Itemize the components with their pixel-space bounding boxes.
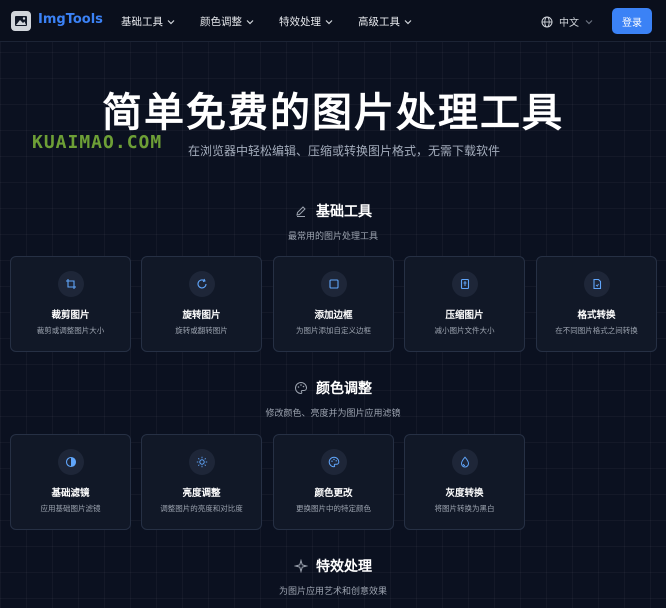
tool-description: 减小图片文件大小 bbox=[434, 326, 495, 335]
menu-label: 颜色调整 bbox=[200, 16, 242, 28]
tool-name: 压缩图片 bbox=[445, 310, 484, 321]
border-icon bbox=[321, 271, 347, 297]
tool-name: 旋转图片 bbox=[182, 310, 221, 321]
palette-icon bbox=[321, 449, 347, 475]
tool-card-rotate[interactable]: 旋转图片 旋转或翻转图片 bbox=[141, 256, 262, 352]
hero-title: 简单免费的图片处理工具 bbox=[102, 90, 564, 136]
sun-icon bbox=[189, 449, 215, 475]
tool-card-format[interactable]: 格式转换 在不同图片格式之间转换 bbox=[536, 256, 657, 352]
sparkle-icon bbox=[294, 559, 308, 573]
tool-name: 颜色更改 bbox=[314, 488, 353, 499]
top-navbar: ImgTools 基础工具 颜色调整 特效处理 高级工具 中文 登录 bbox=[0, 0, 666, 42]
tool-description: 应用基础图片滤镜 bbox=[40, 504, 101, 513]
menu-basic-tools[interactable]: 基础工具 bbox=[121, 14, 175, 29]
tool-card-grayscale[interactable]: 灰度转换 将图片转换为黑白 bbox=[404, 434, 525, 530]
section-description: 最常用的图片处理工具 bbox=[287, 232, 378, 242]
language-selector[interactable]: 中文 bbox=[541, 14, 593, 29]
compress-icon bbox=[452, 271, 478, 297]
tool-name: 亮度调整 bbox=[182, 488, 221, 499]
section-description: 为图片应用艺术和创意效果 bbox=[278, 587, 387, 597]
tool-description: 调整图片的亮度和对比度 bbox=[160, 504, 243, 513]
palette-icon bbox=[295, 381, 308, 395]
globe-icon bbox=[541, 16, 553, 27]
tool-name: 裁剪图片 bbox=[51, 310, 90, 321]
section-title: 颜色调整 bbox=[316, 381, 372, 397]
section-title: 特效处理 bbox=[316, 559, 372, 575]
tool-name: 格式转换 bbox=[577, 310, 616, 321]
section-title: 基础工具 bbox=[316, 204, 372, 220]
menu-label: 特效处理 bbox=[279, 16, 321, 28]
app-name[interactable]: ImgTools bbox=[38, 12, 103, 27]
hero-subtitle: 在浏览器中轻松编辑、压缩或转换图片格式，无需下载软件 bbox=[187, 144, 500, 158]
droplet-icon bbox=[452, 449, 478, 475]
section-header-effects: 特效处理 bbox=[0, 556, 666, 576]
contrast-icon bbox=[58, 449, 84, 475]
tool-description: 为图片添加自定义边框 bbox=[296, 326, 371, 335]
tool-description: 更换图片中的特定颜色 bbox=[296, 504, 371, 513]
tool-name: 基础滤镜 bbox=[51, 488, 90, 499]
tool-card-compress[interactable]: 压缩图片 减小图片文件大小 bbox=[404, 256, 525, 352]
chevron-down-icon bbox=[246, 19, 254, 24]
tool-card-brightness[interactable]: 亮度调整 调整图片的亮度和对比度 bbox=[141, 434, 262, 530]
file-convert-icon bbox=[584, 271, 610, 297]
tool-description: 在不同图片格式之间转换 bbox=[555, 326, 638, 335]
menu-advanced-tools[interactable]: 高级工具 bbox=[358, 14, 412, 29]
tool-description: 旋转或翻转图片 bbox=[175, 326, 228, 335]
chevron-down-icon bbox=[325, 19, 333, 24]
tool-card-border[interactable]: 添加边框 为图片添加自定义边框 bbox=[273, 256, 394, 352]
menu-effects[interactable]: 特效处理 bbox=[279, 14, 333, 29]
logo-icon[interactable] bbox=[11, 11, 31, 31]
tool-name: 灰度转换 bbox=[445, 488, 484, 499]
rotate-icon bbox=[189, 271, 215, 297]
menu-label: 高级工具 bbox=[358, 16, 400, 28]
login-button[interactable]: 登录 bbox=[612, 8, 652, 34]
section-header-color: 颜色调整 bbox=[0, 378, 666, 398]
menu-label: 基础工具 bbox=[121, 16, 163, 28]
chevron-down-icon bbox=[404, 19, 412, 24]
tool-description: 将图片转换为黑白 bbox=[434, 504, 495, 513]
chevron-down-icon bbox=[585, 19, 593, 24]
chevron-down-icon bbox=[167, 19, 175, 24]
crop-icon bbox=[58, 271, 84, 297]
edit-icon bbox=[296, 206, 306, 217]
language-label: 中文 bbox=[559, 18, 579, 29]
section-header-basic: 基础工具 bbox=[0, 201, 666, 221]
tool-name: 添加边框 bbox=[314, 310, 353, 321]
tool-card-crop[interactable]: 裁剪图片 裁剪或调整图片大小 bbox=[10, 256, 131, 352]
tool-card-color-change[interactable]: 颜色更改 更换图片中的特定颜色 bbox=[273, 434, 394, 530]
menu-color-adjust[interactable]: 颜色调整 bbox=[200, 14, 254, 29]
tool-card-basic-filter[interactable]: 基础滤镜 应用基础图片滤镜 bbox=[10, 434, 131, 530]
tool-description: 裁剪或调整图片大小 bbox=[36, 326, 105, 335]
section-description: 修改颜色、亮度并为图片应用滤镜 bbox=[265, 409, 401, 419]
